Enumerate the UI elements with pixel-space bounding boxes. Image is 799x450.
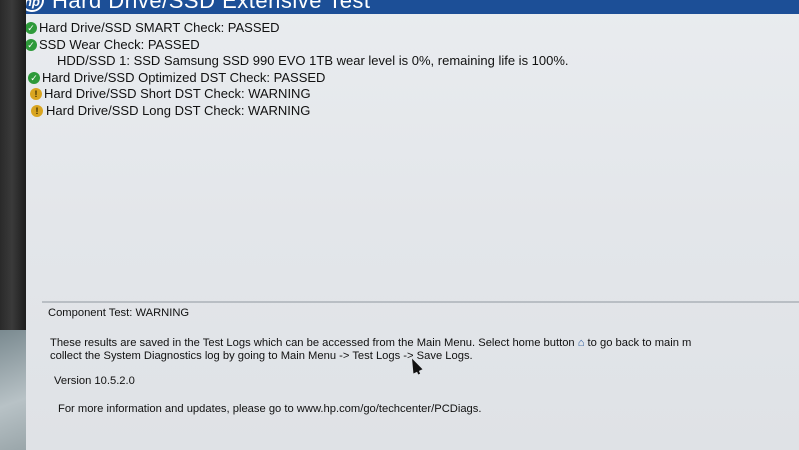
results-list: ✓ Hard Drive/SSD SMART Check: PASSED ✓ S…	[26, 20, 799, 119]
list-item: ✓ Hard Drive/SSD SMART Check: PASSED	[26, 20, 799, 37]
title-bar: hp Hard Drive/SSD Extensive Test	[26, 0, 799, 14]
info-line-1: These results are saved in the Test Logs…	[50, 336, 691, 350]
divider	[42, 301, 799, 303]
warning-circle-icon: !	[31, 104, 43, 117]
info-text: These results are saved in the Test Logs…	[50, 337, 575, 349]
list-item: ✓ Hard Drive/SSD Optimized DST Check: PA…	[26, 70, 799, 87]
result-text: Hard Drive/SSD SMART Check: PASSED	[39, 20, 280, 35]
result-text: Hard Drive/SSD Short DST Check: WARNING	[44, 86, 311, 101]
version-text: Version 10.5.2.0	[54, 375, 135, 387]
background-desk	[0, 330, 26, 450]
check-circle-icon: ✓	[28, 71, 40, 84]
warning-circle-icon: !	[30, 88, 42, 100]
more-info-text: For more information and updates, please…	[58, 403, 482, 415]
result-text: SSD Wear Check: PASSED	[39, 36, 200, 52]
check-circle-icon: ✓	[26, 38, 37, 51]
hp-logo-icon: hp	[26, 0, 44, 12]
home-icon: ⌂	[577, 337, 585, 349]
screen: hp Hard Drive/SSD Extensive Test ✓ Hard …	[26, 0, 799, 450]
result-text: Hard Drive/SSD Long DST Check: WARNING	[46, 102, 311, 118]
check-circle-icon: ✓	[26, 22, 37, 34]
result-text: Hard Drive/SSD Optimized DST Check: PASS…	[42, 69, 326, 85]
result-detail-text: HDD/SSD 1: SSD Samsung SSD 990 EVO 1TB w…	[57, 53, 569, 68]
info-text: to go back to main m	[587, 337, 692, 349]
list-item: ! Hard Drive/SSD Long DST Check: WARNING	[26, 103, 799, 120]
window-title: Hard Drive/SSD Extensive Test	[52, 0, 371, 13]
component-status: Component Test: WARNING	[48, 307, 190, 319]
list-item: HDD/SSD 1: SSD Samsung SSD 990 EVO 1TB w…	[26, 53, 799, 70]
list-item: ! Hard Drive/SSD Short DST Check: WARNIN…	[26, 86, 799, 103]
list-item: ✓ SSD Wear Check: PASSED	[26, 37, 799, 54]
